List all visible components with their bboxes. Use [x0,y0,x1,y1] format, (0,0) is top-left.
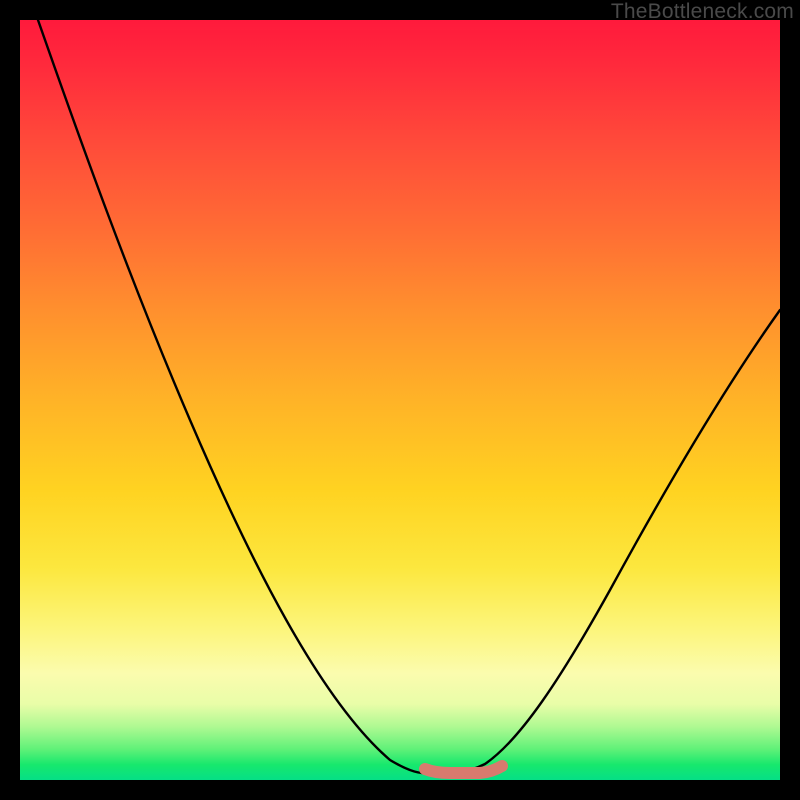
bottleneck-curve [20,20,780,780]
flat-bottom-segment [425,766,502,773]
plot-area [20,20,780,780]
curve-path [38,20,780,774]
watermark-text: TheBottleneck.com [611,0,794,24]
chart-frame: TheBottleneck.com [0,0,800,800]
